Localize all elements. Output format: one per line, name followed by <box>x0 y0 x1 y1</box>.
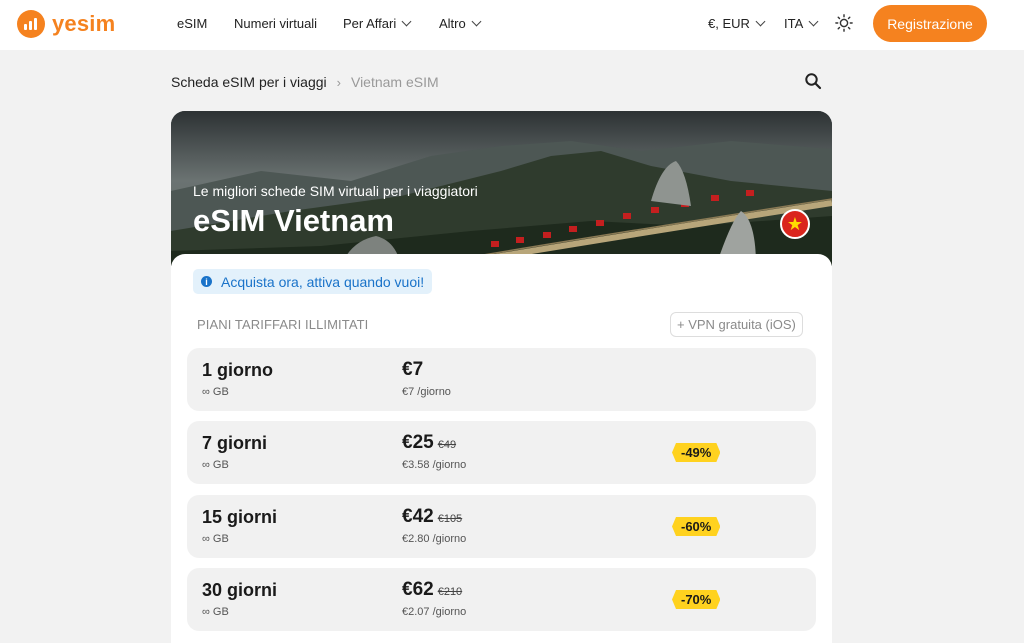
plan-card-15-days[interactable]: 15 giorni ∞ GB €42 €105 €2.80 /giorno -6… <box>187 495 816 558</box>
language-selector[interactable]: ITA <box>784 16 819 31</box>
language-label: ITA <box>784 16 804 31</box>
chevron-down-icon <box>755 16 766 27</box>
discount-badge: -70% <box>672 590 720 609</box>
info-icon: i <box>201 276 212 287</box>
plan-current-price: €25 <box>402 432 434 453</box>
plan-old-price: €49 <box>437 439 457 451</box>
plan-name: 1 giorno <box>202 360 273 380</box>
vpn-chip[interactable]: + VPN gratuita (iOS) <box>670 312 803 337</box>
plan-name: 15 giorni <box>202 507 278 527</box>
logo-text: yesim <box>52 11 116 36</box>
logo-icon <box>17 10 45 38</box>
nav-esim[interactable]: eSIM <box>177 16 207 31</box>
vietnam-flag-icon: ★ <box>780 209 810 239</box>
hero-banner: Le migliori schede SIM virtuali per i vi… <box>171 111 832 266</box>
logo[interactable]: yesim <box>17 10 115 38</box>
nav-business-label: Per Affari <box>343 16 397 31</box>
plan-data-amount: ∞ GB <box>202 606 229 618</box>
info-banner-text: Acquista ora, attiva quando vuoi! <box>221 273 425 290</box>
plan-data-amount: ∞ GB <box>202 533 229 545</box>
breadcrumb: Scheda eSIM per i viaggi › Vietnam eSIM <box>171 74 439 90</box>
plan-price-per-day: €7 /giorno <box>402 386 451 398</box>
nav-esim-label: eSIM <box>177 16 208 31</box>
top-navbar: yesim eSIM Numeri virtuali Per Affari Al… <box>0 0 1024 50</box>
plan-price-per-day: €3.58 /giorno <box>402 459 467 471</box>
plan-price: €7 <box>402 359 423 381</box>
plan-price: €62 €210 <box>402 579 462 601</box>
search-icon[interactable] <box>804 72 822 90</box>
plans-panel: i Acquista ora, attiva quando vuoi! PIAN… <box>171 254 832 643</box>
chevron-down-icon <box>401 16 412 27</box>
nav-virtual-numbers-label: Numeri virtuali <box>234 16 318 31</box>
plan-old-price: €210 <box>437 586 463 598</box>
plan-current-price: €62 <box>402 579 434 600</box>
sun-icon[interactable] <box>835 14 853 32</box>
discount-badge: -49% <box>672 443 720 462</box>
currency-label: €, EUR <box>708 16 750 31</box>
nav-more-dropdown[interactable]: Altro <box>439 16 482 31</box>
discount-badge: -60% <box>672 517 720 536</box>
plan-card-30-days[interactable]: 30 giorni ∞ GB €62 €210 €2.07 /giorno -7… <box>187 568 816 631</box>
info-banner: i Acquista ora, attiva quando vuoi! <box>193 269 433 294</box>
plan-old-price: €105 <box>437 513 463 525</box>
plan-data-amount: ∞ GB <box>202 459 229 471</box>
plan-price: €42 €105 <box>402 506 462 528</box>
plan-current-price: €42 <box>402 506 434 527</box>
plans-heading: PIANI TARIFFARI ILLIMITATI <box>197 317 369 332</box>
chevron-right-icon: › <box>336 74 341 90</box>
flag-star-icon: ★ <box>786 214 804 234</box>
plan-current-price: €7 <box>402 359 424 380</box>
chevron-down-icon <box>808 16 819 27</box>
hero-subtitle: Le migliori schede SIM virtuali per i vi… <box>193 183 478 199</box>
plan-name: 7 giorni <box>202 433 268 453</box>
plan-data-amount: ∞ GB <box>202 386 229 398</box>
plan-price-per-day: €2.07 /giorno <box>402 606 467 618</box>
page-title: eSIM Vietnam <box>193 203 395 238</box>
breadcrumb-parent-link[interactable]: Scheda eSIM per i viaggi <box>171 74 327 90</box>
nav-virtual-numbers[interactable]: Numeri virtuali <box>234 16 317 31</box>
nav-more-label: Altro <box>439 16 466 31</box>
currency-selector[interactable]: €, EUR <box>708 16 766 31</box>
plan-price-per-day: €2.80 /giorno <box>402 533 467 545</box>
chevron-down-icon <box>471 16 482 27</box>
plan-price: €25 €49 <box>402 432 456 454</box>
nav-business-dropdown[interactable]: Per Affari <box>343 16 412 31</box>
plan-card-7-days[interactable]: 7 giorni ∞ GB €25 €49 €3.58 /giorno -49% <box>187 421 816 484</box>
register-button[interactable]: Registrazione <box>873 5 987 42</box>
breadcrumb-current: Vietnam eSIM <box>350 74 439 90</box>
plan-card-1-day[interactable]: 1 giorno ∞ GB €7 €7 /giorno <box>187 348 816 411</box>
plan-name: 30 giorni <box>202 580 278 600</box>
